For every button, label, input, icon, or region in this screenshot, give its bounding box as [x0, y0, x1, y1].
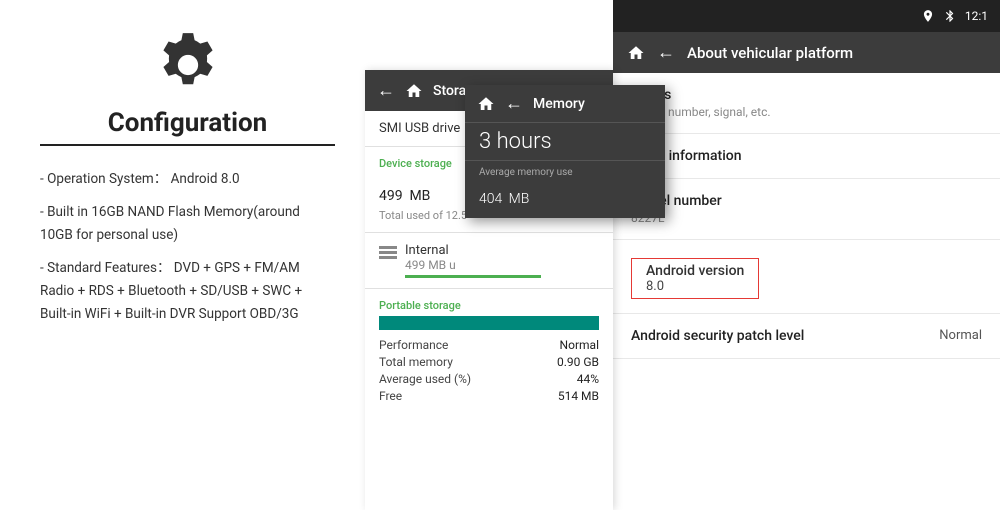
about-item-model[interactable]: Model number 8227L — [613, 179, 1000, 240]
home-icon — [405, 82, 423, 100]
about-item-legal[interactable]: Legal information — [613, 134, 1000, 179]
about-item-security[interactable]: Android security patch level Normal — [613, 314, 1000, 359]
home-icon-memory — [477, 95, 495, 113]
about-back-arrow[interactable]: ← — [657, 42, 675, 63]
android-version-box: Android version 8.0 — [631, 258, 759, 299]
spec-item-os: - Operation System： Android 8.0 — [40, 168, 335, 191]
security-title: Android security patch level — [631, 328, 804, 344]
avg-memory-label: Average memory use — [465, 161, 665, 180]
spec-item-memory: - Built in 16GB NAND Flash Memory(around… — [40, 201, 335, 247]
config-title: Configuration — [40, 108, 335, 146]
model-title: Model number — [631, 193, 982, 209]
stat-free: Free 514 MB — [379, 389, 599, 403]
model-value: 8227L — [631, 211, 982, 225]
android-version-num: 8.0 — [646, 279, 744, 294]
right-panel: 12:1 ← About vehicular platform Status P… — [613, 0, 1000, 500]
legal-title: Legal information — [631, 148, 982, 164]
memory-back-arrow[interactable]: ← — [505, 93, 523, 114]
home-icon-about — [627, 44, 645, 62]
stat-performance: Performance Normal — [379, 338, 599, 352]
memory-hours: 3 hours — [465, 123, 665, 161]
bluetooth-icon — [943, 9, 957, 23]
memory-title: Memory — [533, 96, 585, 112]
status-sub: Phone number, signal, etc. — [631, 105, 982, 119]
storage-back-arrow[interactable]: ← — [377, 80, 395, 101]
location-icon — [921, 9, 935, 23]
gear-icon — [153, 30, 223, 100]
left-panel: Configuration - Operation System： Androi… — [0, 0, 365, 500]
about-title: About vehicular platform — [687, 44, 853, 62]
about-item-status[interactable]: Status Phone number, signal, etc. — [613, 73, 1000, 134]
internal-section: Internal 499 MB u — [365, 233, 613, 289]
status-bar: 12:1 — [613, 0, 1000, 32]
stat-total-memory: Total memory 0.90 GB — [379, 355, 599, 369]
avg-memory-value: 404 MB — [465, 180, 665, 218]
about-item-android-version[interactable]: Android version 8.0 — [613, 240, 1000, 314]
internal-label: Internal — [405, 243, 599, 258]
memory-overlay: ← Memory 3 hours Average memory use 404 … — [465, 85, 665, 218]
security-value: Normal — [939, 328, 982, 343]
stat-avg-used: Average used (%) 44% — [379, 372, 599, 386]
gear-icon-wrap — [40, 30, 335, 100]
portable-label: Portable storage — [365, 289, 613, 316]
about-header: ← About vehicular platform — [613, 32, 1000, 73]
status-title: Status — [631, 87, 982, 103]
lines-icon — [379, 246, 397, 259]
status-time: 12:1 — [965, 9, 988, 23]
spec-list: - Operation System： Android 8.0 - Built … — [40, 168, 335, 336]
internal-usage-bar — [405, 275, 541, 278]
storage-panel-wrapper: ← Storage & USB SMI USB drive Device sto… — [365, 30, 613, 500]
android-version-title: Android version — [646, 263, 744, 279]
stats-section: Performance Normal Total memory 0.90 GB … — [365, 330, 613, 414]
internal-size: 499 MB u — [405, 258, 599, 272]
about-list: Status Phone number, signal, etc. Legal … — [613, 73, 1000, 500]
portable-usage-bar — [379, 316, 599, 330]
spec-item-features: - Standard Features： DVD + GPS + FM/AM R… — [40, 257, 335, 326]
memory-header: ← Memory — [465, 85, 665, 123]
